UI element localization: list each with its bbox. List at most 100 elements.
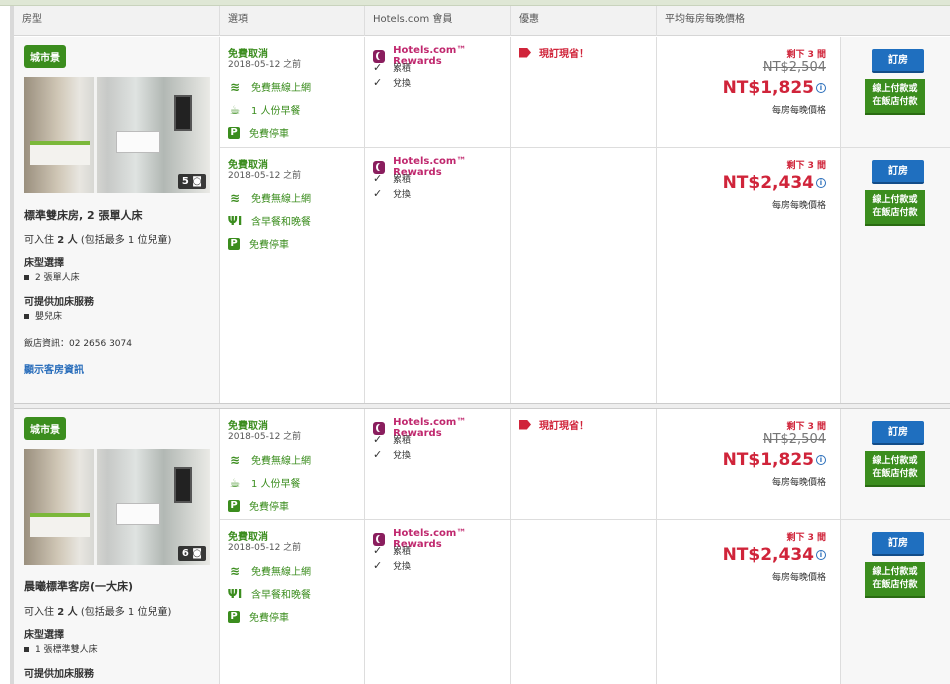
show-room-info-link[interactable]: 顯示客房資訊 <box>24 361 84 376</box>
bed-heading: 床型選擇 <box>24 258 64 269</box>
header-room-type: 房型 <box>14 6 220 36</box>
deal-label: 現訂現省！ <box>519 417 589 432</box>
deal-label: 現訂現省！ <box>519 45 589 60</box>
member-cell: Hotels.com™ Rewards ✓ 累積 ✓ 兌換 <box>365 520 511 684</box>
check-icon: ✓ <box>373 172 383 185</box>
coffee-icon: ☕ <box>229 102 241 117</box>
info-icon[interactable]: i <box>816 455 826 465</box>
reward-redeem: ✓ 兌換 <box>373 187 412 200</box>
price-cell: 剩下 3 間 NT$2,504 NT$1,825 i 每房每晚價格 <box>657 37 841 147</box>
reward-collect: ✓ 累積 <box>373 61 412 74</box>
room-block-2: 城市景 6 ◙ 晨曦標準客房(一大床) 可入住 2 人 (包括最多 1 位兒童)… <box>14 409 950 684</box>
reward-redeem: ✓ 兌換 <box>373 559 412 572</box>
coffee-icon: ☕ <box>229 475 241 490</box>
deal-cell: 現訂現省！ <box>511 37 657 147</box>
cancel-date: 2018-05-12 之前 <box>228 432 302 442</box>
camera-icon: ◙ <box>192 548 202 559</box>
options-cell: 免費取消 2018-05-12 之前 ≋ 免費無線上網 ΨI 含早餐和晚餐 P 免費停… <box>220 520 365 684</box>
original-price: NT$2,504 <box>762 432 826 447</box>
member-cell: Hotels.com™ Rewards ✓ 累積 ✓ 兌換 <box>365 409 511 519</box>
amenity-parking: P 免費停車 <box>228 125 289 140</box>
per-night-label: 每房每晚價格 <box>771 201 826 211</box>
table-header: 房型 選項 Hotels.com 會員 優惠 平均每房每晚價格 <box>14 6 950 36</box>
bed-option: 1 張標準雙人床 <box>24 642 98 655</box>
book-cell: 訂房 線上付款或 在飯店付款 <box>841 37 950 147</box>
room-info: 城市景 5 ◙ 標準雙床房, 2 張單人床 可入住 2 人 (包括最多 1 位兒… <box>14 37 220 403</box>
header-member: Hotels.com 會員 <box>365 6 511 36</box>
rooms-left: 剩下 3 間 <box>786 50 826 60</box>
book-button[interactable]: 訂房 <box>872 532 924 556</box>
book-cell: 訂房 線上付款或 在飯店付款 <box>841 520 950 684</box>
amenity-breakfast: ☕ 1 人份早餐 <box>229 102 301 118</box>
book-button[interactable]: 訂房 <box>872 421 924 445</box>
rate-row: 免費取消 2018-05-12 之前 ≋ 免費無線上網 ☕ 1 人份早餐 P 免費停車… <box>220 409 950 520</box>
book-button[interactable]: 訂房 <box>872 160 924 184</box>
options-cell: 免費取消 2018-05-12 之前 ≋ 免費無線上網 ☕ 1 人份早餐 P 免費停車 <box>220 409 365 519</box>
bed-heading: 床型選擇 <box>24 630 64 641</box>
amenity-parking: P 免費停車 <box>228 498 289 513</box>
price-cell: 剩下 3 間 NT$2,434 i 每房每晚價格 <box>657 148 841 403</box>
room-name: 標準雙床房, 2 張單人床 <box>24 209 143 222</box>
reward-collect: ✓ 累積 <box>373 544 412 557</box>
wifi-icon: ≋ <box>229 79 241 94</box>
room-capacity: 可入住 2 人 (包括最多 1 位兒童) <box>24 607 172 618</box>
room-info: 城市景 6 ◙ 晨曦標準客房(一大床) 可入住 2 人 (包括最多 1 位兒童)… <box>14 409 220 684</box>
room-capacity: 可入住 2 人 (包括最多 1 位兒童) <box>24 235 172 246</box>
current-price: NT$2,434 i <box>723 173 826 193</box>
member-cell: Hotels.com™ Rewards ✓ 累積 ✓ 兌換 <box>365 37 511 147</box>
tag-icon <box>519 419 531 430</box>
extra-bed-heading: 可提供加床服務 <box>24 669 94 680</box>
info-icon[interactable]: i <box>816 83 826 93</box>
header-deal: 優惠 <box>511 6 657 36</box>
amenity-parking: P 免費停車 <box>228 236 289 251</box>
book-button[interactable]: 訂房 <box>872 49 924 73</box>
wifi-icon: ≋ <box>229 452 241 467</box>
check-icon: ✓ <box>373 187 383 200</box>
extra-bed-heading: 可提供加床服務 <box>24 297 94 308</box>
rate-row: 免費取消 2018-05-12 之前 ≋ 免費無線上網 ΨI 含早餐和晚餐 P 免費停… <box>220 520 950 684</box>
reward-redeem: ✓ 兌換 <box>373 448 412 461</box>
view-badge: 城市景 <box>24 45 66 68</box>
original-price: NT$2,504 <box>762 60 826 75</box>
info-icon[interactable]: i <box>816 178 826 188</box>
wifi-icon: ≋ <box>229 563 241 578</box>
amenity-breakfast: ☕ 1 人份早餐 <box>229 475 301 491</box>
amenity-wifi: ≋ 免費無線上網 <box>229 190 311 206</box>
options-cell: 免費取消 2018-05-12 之前 ≋ 免費無線上網 ☕ 1 人份早餐 P 免費停車 <box>220 37 365 147</box>
check-icon: ✓ <box>373 448 383 461</box>
info-icon[interactable]: i <box>816 550 826 560</box>
photo-count[interactable]: 5 ◙ <box>177 174 206 189</box>
member-cell: Hotels.com™ Rewards ✓ 累積 ✓ 兌換 <box>365 148 511 403</box>
rate-row: 免費取消 2018-05-12 之前 ≋ 免費無線上網 ΨI 含早餐和晚餐 P 免費停… <box>220 148 950 403</box>
camera-icon: ◙ <box>192 176 202 187</box>
hotel-phone: 飯店資訊：02 2656 3074 <box>24 339 132 349</box>
fork-knife-icon: ΨI <box>227 213 243 228</box>
parking-icon: P <box>228 499 240 512</box>
wifi-icon: ≋ <box>229 190 241 205</box>
parking-icon: P <box>228 237 240 250</box>
header-options: 選項 <box>220 6 365 36</box>
room-photo[interactable]: 5 ◙ <box>24 77 210 193</box>
reward-redeem: ✓ 兌換 <box>373 76 412 89</box>
cancel-date: 2018-05-12 之前 <box>228 171 302 181</box>
check-icon: ✓ <box>373 544 383 557</box>
parking-icon: P <box>228 126 240 139</box>
price-cell: 剩下 3 間 NT$2,504 NT$1,825 i 每房每晚價格 <box>657 409 841 519</box>
book-cell: 訂房 線上付款或 在飯店付款 <box>841 409 950 519</box>
deal-cell: 現訂現省！ <box>511 409 657 519</box>
reward-collect: ✓ 累積 <box>373 433 412 446</box>
room-photo[interactable]: 6 ◙ <box>24 449 210 565</box>
header-price: 平均每房每晚價格 <box>665 14 745 25</box>
room-name: 晨曦標準客房(一大床) <box>24 580 134 593</box>
room-block-1: 城市景 5 ◙ 標準雙床房, 2 張單人床 可入住 2 人 (包括最多 1 位兒… <box>14 37 950 403</box>
book-cell: 訂房 線上付款或 在飯店付款 <box>841 148 950 403</box>
check-icon: ✓ <box>373 61 383 74</box>
pay-option-badge: 線上付款或 在飯店付款 <box>865 190 925 226</box>
view-badge: 城市景 <box>24 417 66 440</box>
check-icon: ✓ <box>373 76 383 89</box>
photo-count[interactable]: 6 ◙ <box>177 546 206 561</box>
current-price: NT$1,825 i <box>723 78 826 98</box>
rate-row: 免費取消 2018-05-12 之前 ≋ 免費無線上網 ☕ 1 人份早餐 P 免費停車… <box>220 37 950 148</box>
per-night-label: 每房每晚價格 <box>771 573 826 583</box>
per-night-label: 每房每晚價格 <box>771 478 826 488</box>
